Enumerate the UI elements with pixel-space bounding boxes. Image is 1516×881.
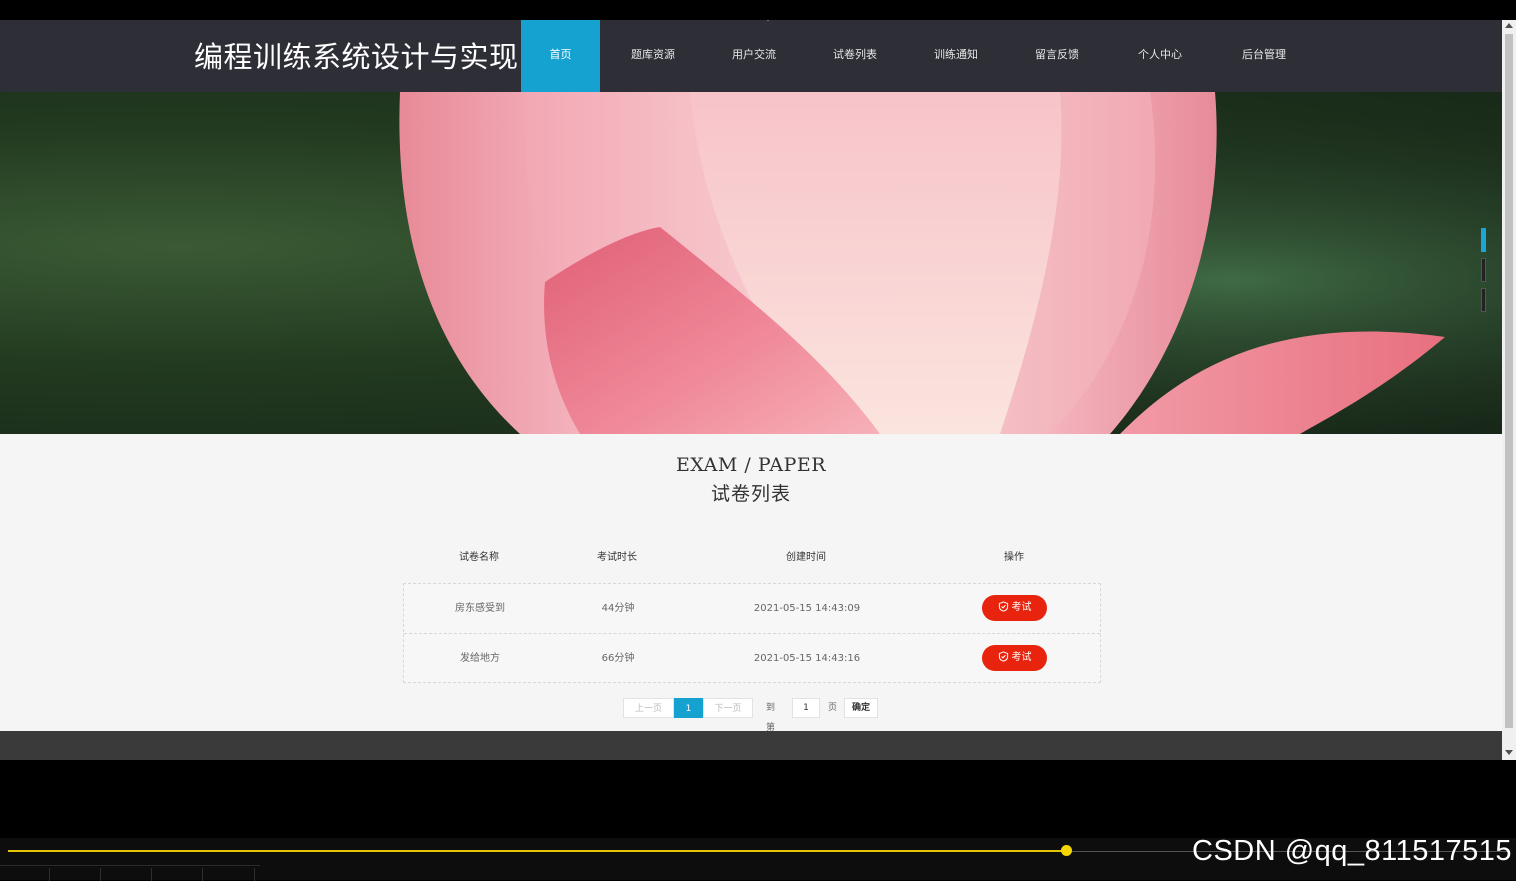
exam-button[interactable]: 考试 bbox=[982, 595, 1047, 621]
table-header-action: 操作 bbox=[1004, 552, 1024, 563]
shield-check-icon bbox=[998, 601, 1008, 612]
nav-item-exam-list[interactable]: 试卷列表 bbox=[808, 20, 902, 92]
table-header-created: 创建时间 bbox=[786, 552, 826, 563]
hero-banner-lotus bbox=[0, 92, 1502, 434]
prev-page-button[interactable]: 上一页 bbox=[623, 698, 674, 718]
carousel-dot-3[interactable] bbox=[1481, 288, 1486, 312]
exam-button[interactable]: 考试 bbox=[982, 645, 1047, 671]
exam-button-label: 考试 bbox=[1011, 652, 1032, 663]
nav-item-question-bank[interactable]: 题库资源 bbox=[605, 20, 701, 92]
table-header-duration: 考试时长 bbox=[597, 552, 637, 563]
lotus-image bbox=[0, 92, 1502, 434]
nav-item-home[interactable]: 首页 bbox=[521, 20, 600, 92]
scroll-up-arrow-icon[interactable] bbox=[1505, 23, 1513, 28]
goto-suffix-label: 页 bbox=[828, 703, 838, 713]
next-page-button[interactable]: 下一页 bbox=[703, 698, 753, 718]
banner-carousel-indicators bbox=[1480, 228, 1486, 318]
page-number-input[interactable]: 1 bbox=[792, 698, 820, 718]
table-row: 发给地方 66分钟 2021-05-15 14:43:16 考试 bbox=[404, 633, 1100, 683]
cell-paper-name: 房东感受到 bbox=[455, 603, 505, 614]
carousel-dot-2[interactable] bbox=[1481, 258, 1486, 282]
section-title-cn: 试卷列表 bbox=[710, 483, 791, 505]
nav-item-user-forum[interactable]: 用户交流 bbox=[707, 20, 801, 92]
site-footer bbox=[0, 731, 1502, 760]
cell-duration: 66分钟 bbox=[601, 653, 635, 664]
cell-created-time: 2021-05-15 14:43:09 bbox=[753, 603, 861, 614]
exam-button-label: 考试 bbox=[1011, 602, 1032, 613]
site-header: 编程训练系统设计与实现 首页 题库资源 用户交流 试卷列表 训练通知 留言反馈 … bbox=[0, 20, 1502, 92]
shield-check-icon bbox=[998, 651, 1008, 662]
table-body: 房东感受到 44分钟 2021-05-15 14:43:09 考试 发给地方 6… bbox=[403, 583, 1101, 683]
nav-item-personal-center[interactable]: 个人中心 bbox=[1112, 20, 1208, 92]
confirm-page-button[interactable]: 确定 bbox=[844, 698, 878, 718]
dropdown-caret-icon bbox=[765, 20, 771, 21]
scrollbar-thumb[interactable] bbox=[1505, 34, 1513, 728]
nav-item-feedback[interactable]: 留言反馈 bbox=[1010, 20, 1104, 92]
browser-viewport: 编程训练系统设计与实现 首页 题库资源 用户交流 试卷列表 训练通知 留言反馈 … bbox=[0, 20, 1502, 760]
section-title-en: EXAM / PAPER bbox=[675, 454, 827, 476]
top-black-bar bbox=[0, 0, 1516, 20]
cell-duration: 44分钟 bbox=[601, 603, 635, 614]
scroll-down-arrow-icon[interactable] bbox=[1505, 750, 1513, 755]
goto-prefix-label: 到第 bbox=[766, 703, 776, 733]
player-control-buttons bbox=[0, 865, 260, 881]
cell-paper-name: 发给地方 bbox=[460, 653, 500, 664]
nav-item-admin[interactable]: 后台管理 bbox=[1215, 20, 1313, 92]
cell-created-time: 2021-05-15 14:43:16 bbox=[753, 653, 861, 664]
progress-knob[interactable] bbox=[1061, 845, 1072, 856]
vertical-scrollbar[interactable] bbox=[1502, 20, 1516, 760]
table-row: 房东感受到 44分钟 2021-05-15 14:43:09 考试 bbox=[404, 584, 1100, 633]
page-1-button[interactable]: 1 bbox=[674, 698, 703, 718]
table-header-name: 试卷名称 bbox=[459, 552, 499, 563]
carousel-dot-1[interactable] bbox=[1481, 228, 1486, 252]
watermark-text: CSDN @qq_811517515 bbox=[1192, 835, 1513, 867]
site-title: 编程训练系统设计与实现 bbox=[194, 40, 519, 74]
nav-item-training-notice[interactable]: 训练通知 bbox=[909, 20, 1003, 92]
progress-fill bbox=[8, 850, 1066, 852]
